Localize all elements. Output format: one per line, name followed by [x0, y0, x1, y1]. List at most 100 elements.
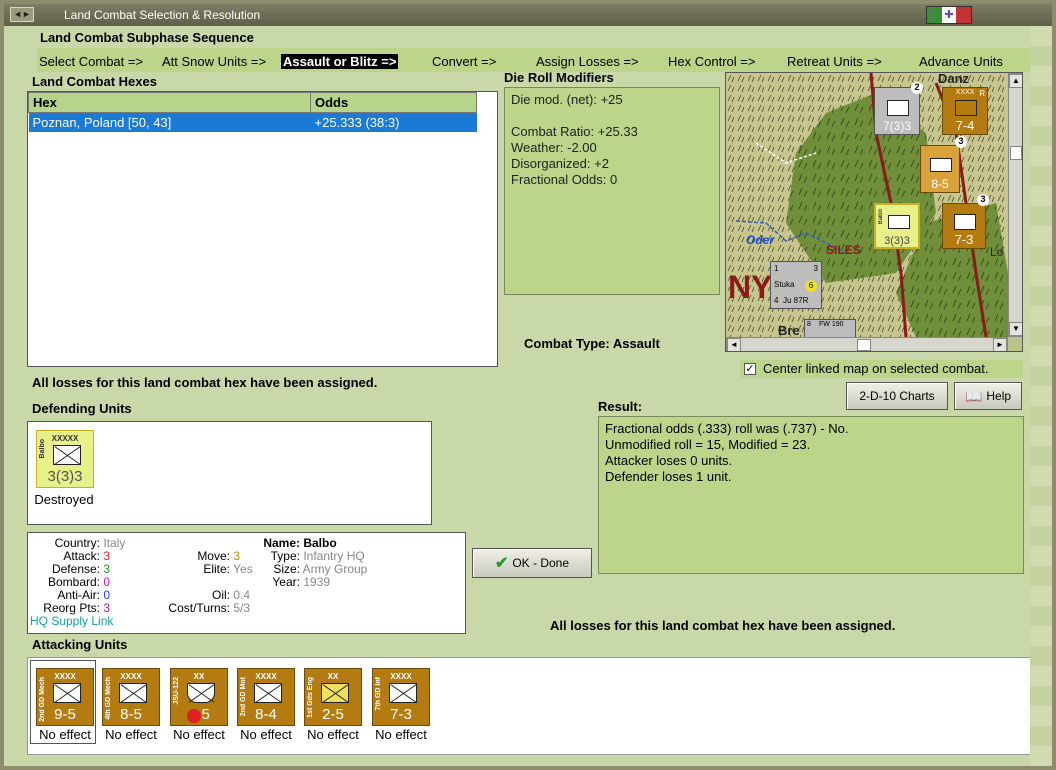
losses-message-bottom: All losses for this land combat hex have…	[550, 618, 896, 633]
map-vscroll[interactable]: ▲ ▼	[1008, 73, 1022, 337]
window-title: Land Combat Selection & Resolution	[64, 8, 261, 22]
seq-att-snow: Att Snow Units =>	[162, 54, 267, 69]
result-panel: Fractional odds (.333) roll was (.737) -…	[598, 416, 1024, 574]
map-air-counter-2[interactable]: 8 FW 190	[804, 319, 856, 339]
seq-retreat: Retreat Units =>	[787, 54, 882, 69]
hscroll-thumb[interactable]	[857, 339, 871, 351]
combat-type: Combat Type: Assault	[524, 336, 660, 351]
name-value: Balbo	[303, 536, 337, 550]
book-icon: 📖	[964, 387, 983, 404]
losses-message-top: All losses for this land combat hex have…	[32, 375, 378, 390]
center-map-row: ✓ Center linked map on selected combat.	[740, 360, 1023, 378]
ok-done-button[interactable]: ✔ OK - Done	[472, 548, 592, 578]
mod-weather: Weather: -2.00	[511, 140, 597, 155]
attacking-unit[interactable]: XXXX 7th GD Inf 7-3	[372, 668, 430, 726]
attacking-unit-status: No effect	[173, 727, 225, 742]
map-air-counter[interactable]: 1 3 Stuka Ju 87R 4 6	[770, 261, 822, 309]
scroll-left-icon[interactable]: ◄	[727, 338, 741, 351]
odds-cell: +25.333 (38:3)	[310, 112, 477, 132]
defending-unit-status: Destroyed	[34, 492, 94, 507]
center-map-label: Center linked map on selected combat.	[763, 361, 989, 376]
defending-list: XXXXX Balbo 3(3)3 Destroyed	[27, 421, 432, 525]
combat-window: ◄► Land Combat Selection & Resolution ✚ …	[0, 0, 1056, 770]
seq-select-combat: Select Combat =>	[39, 54, 144, 69]
elite-key: Elite:	[203, 562, 230, 576]
mod-disorg: Disorganized: +2	[511, 156, 609, 171]
cost-key: Cost/Turns:	[168, 601, 230, 615]
map-counter[interactable]: 7-3 3	[942, 194, 989, 249]
modifiers-panel: Die mod. (net): +25 Combat Ratio: +25.33…	[504, 87, 720, 295]
map-label-danz: Danz	[938, 72, 970, 86]
map-counter-selected[interactable]: Balbo 3(3)3	[874, 203, 920, 249]
title-bar: ◄► Land Combat Selection & Resolution ✚	[4, 4, 1052, 26]
attacking-unit-status: No effect	[240, 727, 292, 742]
map-label-oder: Oder	[746, 233, 775, 247]
result-line: Fractional odds (.333) roll was (.737) -…	[605, 421, 849, 436]
mod-fract: Fractional Odds: 0	[511, 172, 618, 187]
map-label-ny: NY	[728, 269, 773, 305]
seq-assault-blitz: Assault or Blitz =>	[281, 54, 399, 69]
seq-assign-losses: Assign Losses =>	[536, 54, 639, 69]
map-label-siles: SILES	[826, 243, 861, 257]
center-map-checkbox[interactable]: ✓	[744, 363, 756, 375]
system-menu-button[interactable]: ◄►	[10, 7, 34, 22]
map-label-bre: Bre	[778, 323, 800, 338]
result-line: Attacker loses 0 units.	[605, 453, 733, 468]
map-counter[interactable]: XXXX R 7-4	[942, 87, 988, 135]
seq-advance: Advance Units	[919, 54, 1003, 69]
attacking-unit[interactable]: XX 1st Gds Eng 2-5	[304, 668, 362, 726]
result-line: Defender loses 1 unit.	[605, 469, 732, 484]
mod-net: Die mod. (net): +25	[511, 92, 623, 107]
attacking-unit-status: No effect	[39, 727, 91, 742]
linked-map[interactable]: Oder SILES NY Danz Bre Lo 7(3)3 2 XXXX R 7-…	[725, 72, 1023, 352]
col-odds[interactable]: Odds	[310, 92, 477, 113]
vscroll-thumb[interactable]	[1010, 146, 1022, 160]
defense-value: 3	[103, 562, 111, 576]
result-line: Unmodified roll = 15, Modified = 23.	[605, 437, 811, 452]
attacking-unit[interactable]: XXXX 2nd GD Mot 8-4	[237, 668, 295, 726]
hq-supply-link: HQ Supply Link	[30, 614, 114, 628]
attacking-unit[interactable]: XXJSU-1224-5	[170, 668, 228, 726]
ok-label: OK - Done	[512, 556, 570, 570]
map-counter[interactable]: 8-5 3	[920, 136, 967, 193]
col-hex[interactable]: Hex	[28, 92, 311, 113]
year-value: 1939	[303, 575, 331, 589]
scroll-down-icon[interactable]: ▼	[1009, 322, 1022, 336]
disrupted-marker-icon	[187, 709, 201, 723]
bombard-value: 0	[103, 575, 111, 589]
seq-hex-control: Hex Control =>	[668, 54, 756, 69]
reorg-value: 3	[103, 601, 111, 615]
map-counter[interactable]: 7(3)3 2	[874, 82, 923, 135]
defending-unit-balbo[interactable]: XXXXX Balbo 3(3)3	[36, 430, 94, 488]
attacking-unit-status: No effect	[105, 727, 157, 742]
help-label: Help	[986, 389, 1012, 403]
sequence-title: Land Combat Subphase Sequence	[40, 30, 254, 45]
attacking-title: Attacking Units	[32, 637, 128, 652]
attack-value: 3	[103, 549, 111, 563]
charts-button[interactable]: 2-D-10 Charts	[846, 382, 948, 410]
oil-value: 0.4	[233, 588, 251, 602]
map-hscroll[interactable]: ◄ ►	[726, 337, 1008, 351]
map-label-lo: Lo	[990, 245, 1004, 259]
charts-label: 2-D-10 Charts	[859, 389, 935, 403]
defending-title: Defending Units	[32, 401, 132, 416]
right-frame	[1030, 26, 1052, 766]
scroll-up-icon[interactable]: ▲	[1009, 74, 1022, 88]
move-value: 3	[233, 549, 241, 563]
result-title: Result:	[598, 399, 643, 414]
unit-info-panel: Country: Italy Attack: 3 Defense: 3 Bomb…	[27, 532, 466, 634]
italy-flag-icon: ✚	[926, 6, 972, 24]
hexes-list[interactable]: Hex Odds Poznan, Poland [50, 43] +25.333 (…	[27, 91, 498, 367]
table-row[interactable]: Poznan, Poland [50, 43] +25.333 (38:3)	[28, 112, 477, 132]
mod-ratio: Combat Ratio: +25.33	[511, 124, 638, 139]
hexes-title: Land Combat Hexes	[32, 74, 157, 89]
help-button[interactable]: 📖 Help	[954, 382, 1022, 410]
attacking-unit[interactable]: XXXX 4th GD Mech 8-5	[102, 668, 160, 726]
cost-value: 5/3	[233, 601, 251, 615]
hex-cell: Poznan, Poland [50, 43]	[28, 112, 311, 132]
checkmark-icon: ✔	[494, 555, 509, 572]
seq-convert: Convert =>	[432, 54, 497, 69]
attacking-unit[interactable]: XXXX 2nd GD Mech 9-5	[36, 668, 94, 726]
scroll-right-icon[interactable]: ►	[993, 338, 1007, 351]
year-key: Year:	[272, 575, 300, 589]
